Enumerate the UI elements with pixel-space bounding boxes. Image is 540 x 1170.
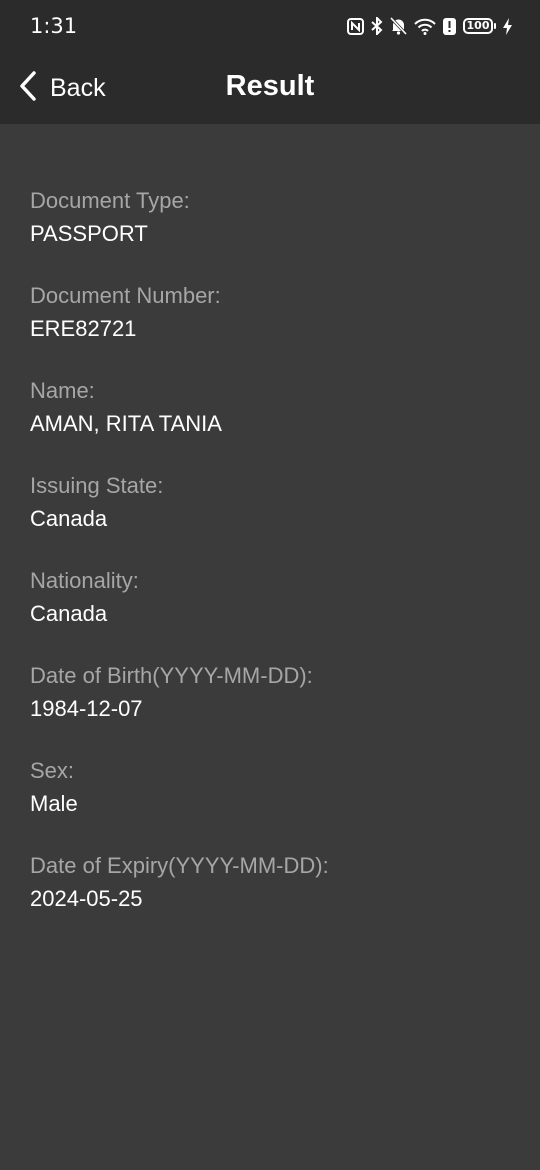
result-fields: Document Type: PASSPORT Document Number:…: [30, 183, 510, 943]
battery-tip: [494, 23, 496, 29]
battery-level: 100: [463, 18, 493, 34]
bell-muted-icon: [390, 17, 407, 35]
bluetooth-icon: [371, 17, 383, 35]
field-name: Name: AMAN, RITA TANIA: [30, 373, 510, 468]
top-bar: 1:31 100 Back Result: [0, 0, 540, 124]
field-value: PASSPORT: [30, 221, 148, 246]
back-button[interactable]: Back: [18, 66, 106, 110]
status-icons: 100: [347, 14, 512, 38]
nfc-icon: [347, 17, 364, 35]
field-sex: Sex: Male: [30, 753, 510, 848]
field-document-number: Document Number: ERE82721: [30, 278, 510, 373]
field-issuing-state: Issuing State: Canada: [30, 468, 510, 563]
nav-bar: Back Result: [0, 52, 540, 124]
field-value: ERE82721: [30, 316, 137, 341]
field-label: Document Number:: [30, 283, 221, 308]
field-label: Name:: [30, 378, 95, 403]
wifi-icon: [414, 18, 436, 35]
battery-icon: 100: [463, 18, 496, 34]
field-label: Issuing State:: [30, 473, 164, 498]
field-value: 1984-12-07: [30, 696, 143, 721]
status-time: 1:31: [30, 14, 78, 38]
field-date-of-birth: Date of Birth(YYYY-MM-DD): 1984-12-07: [30, 658, 510, 753]
chevron-left-icon: [18, 70, 38, 106]
status-bar: 1:31 100: [0, 0, 540, 52]
field-value: AMAN, RITA TANIA: [30, 411, 222, 436]
result-screen: 1:31 100 Back Result Document Type: PASS…: [0, 0, 540, 1170]
field-value: Canada: [30, 506, 108, 531]
field-label: Nationality:: [30, 568, 139, 593]
field-label: Date of Expiry(YYYY-MM-DD):: [30, 853, 329, 878]
field-document-type: Document Type: PASSPORT: [30, 183, 510, 278]
field-value: Male: [30, 791, 78, 816]
field-value: Canada: [30, 601, 108, 626]
field-label: Sex:: [30, 758, 75, 783]
field-label: Date of Birth(YYYY-MM-DD):: [30, 663, 313, 688]
field-date-of-expiry: Date of Expiry(YYYY-MM-DD): 2024-05-25: [30, 848, 510, 943]
notification-badge-icon: [443, 17, 456, 35]
field-nationality: Nationality: Canada: [30, 563, 510, 658]
field-label: Document Type:: [30, 188, 190, 213]
back-label: Back: [50, 73, 106, 102]
field-value: 2024-05-25: [30, 886, 143, 911]
charging-icon: [503, 17, 512, 35]
